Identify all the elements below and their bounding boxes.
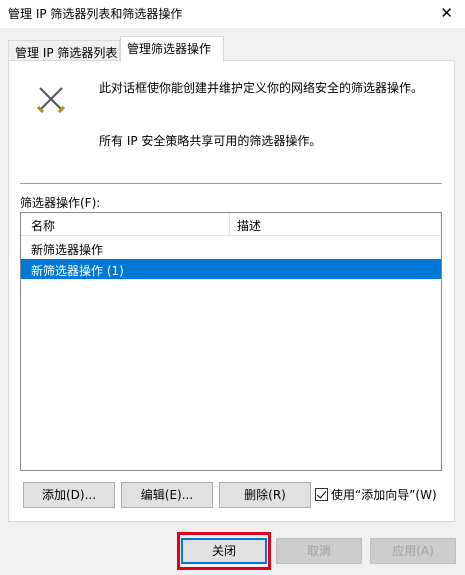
title-bar: 管理 IP 筛选器列表和筛选器操作 ✕ — [0, 0, 465, 28]
list-item-name: 新筛选器操作 (1) — [31, 264, 124, 278]
column-header-name[interactable]: 名称 — [31, 217, 55, 234]
list-item-selected[interactable]: 新筛选器操作 (1) — [21, 259, 441, 279]
close-icon[interactable]: ✕ — [440, 4, 453, 22]
window-title: 管理 IP 筛选器列表和筛选器操作 — [8, 7, 183, 21]
tab-panel: 此对话框使你能创建并维护定义你的网络安全的筛选器操作。 所有 IP 安全策略共享… — [8, 60, 455, 522]
add-wizard-label: 使用“添加向导”(W) — [331, 488, 437, 502]
remove-button[interactable]: 删除(R) — [219, 482, 311, 508]
list-header: 名称 描述 — [21, 213, 441, 236]
list-item[interactable]: 新筛选器操作 — [21, 238, 441, 258]
tab-ip-filter-lists[interactable]: 管理 IP 筛选器列表 — [8, 40, 120, 61]
info-text-2: 所有 IP 安全策略共享可用的筛选器操作。 — [99, 134, 322, 148]
list-item-name: 新筛选器操作 — [31, 243, 104, 257]
column-header-description[interactable]: 描述 — [237, 217, 261, 234]
edit-button[interactable]: 编辑(E)... — [121, 482, 213, 508]
cancel-button[interactable]: 取消 — [276, 538, 362, 564]
separator — [20, 183, 442, 184]
info-text-1: 此对话框使你能创建并维护定义你的网络安全的筛选器操作。 — [99, 81, 424, 95]
crossed-swords-icon — [36, 87, 66, 114]
tab-filter-actions[interactable]: 管理筛选器操作 — [120, 36, 224, 62]
column-divider[interactable] — [229, 213, 230, 235]
apply-button[interactable]: 应用(A) — [370, 538, 456, 564]
checkbox-checked-icon[interactable] — [315, 488, 328, 501]
add-wizard-checkbox[interactable]: 使用“添加向导”(W) — [315, 486, 437, 503]
filter-actions-list[interactable]: 名称 描述 新筛选器操作 新筛选器操作 (1) — [20, 212, 442, 471]
add-button[interactable]: 添加(D)... — [23, 482, 115, 508]
close-button[interactable]: 关闭 — [181, 538, 267, 564]
filter-actions-label: 筛选器操作(F): — [20, 196, 101, 210]
